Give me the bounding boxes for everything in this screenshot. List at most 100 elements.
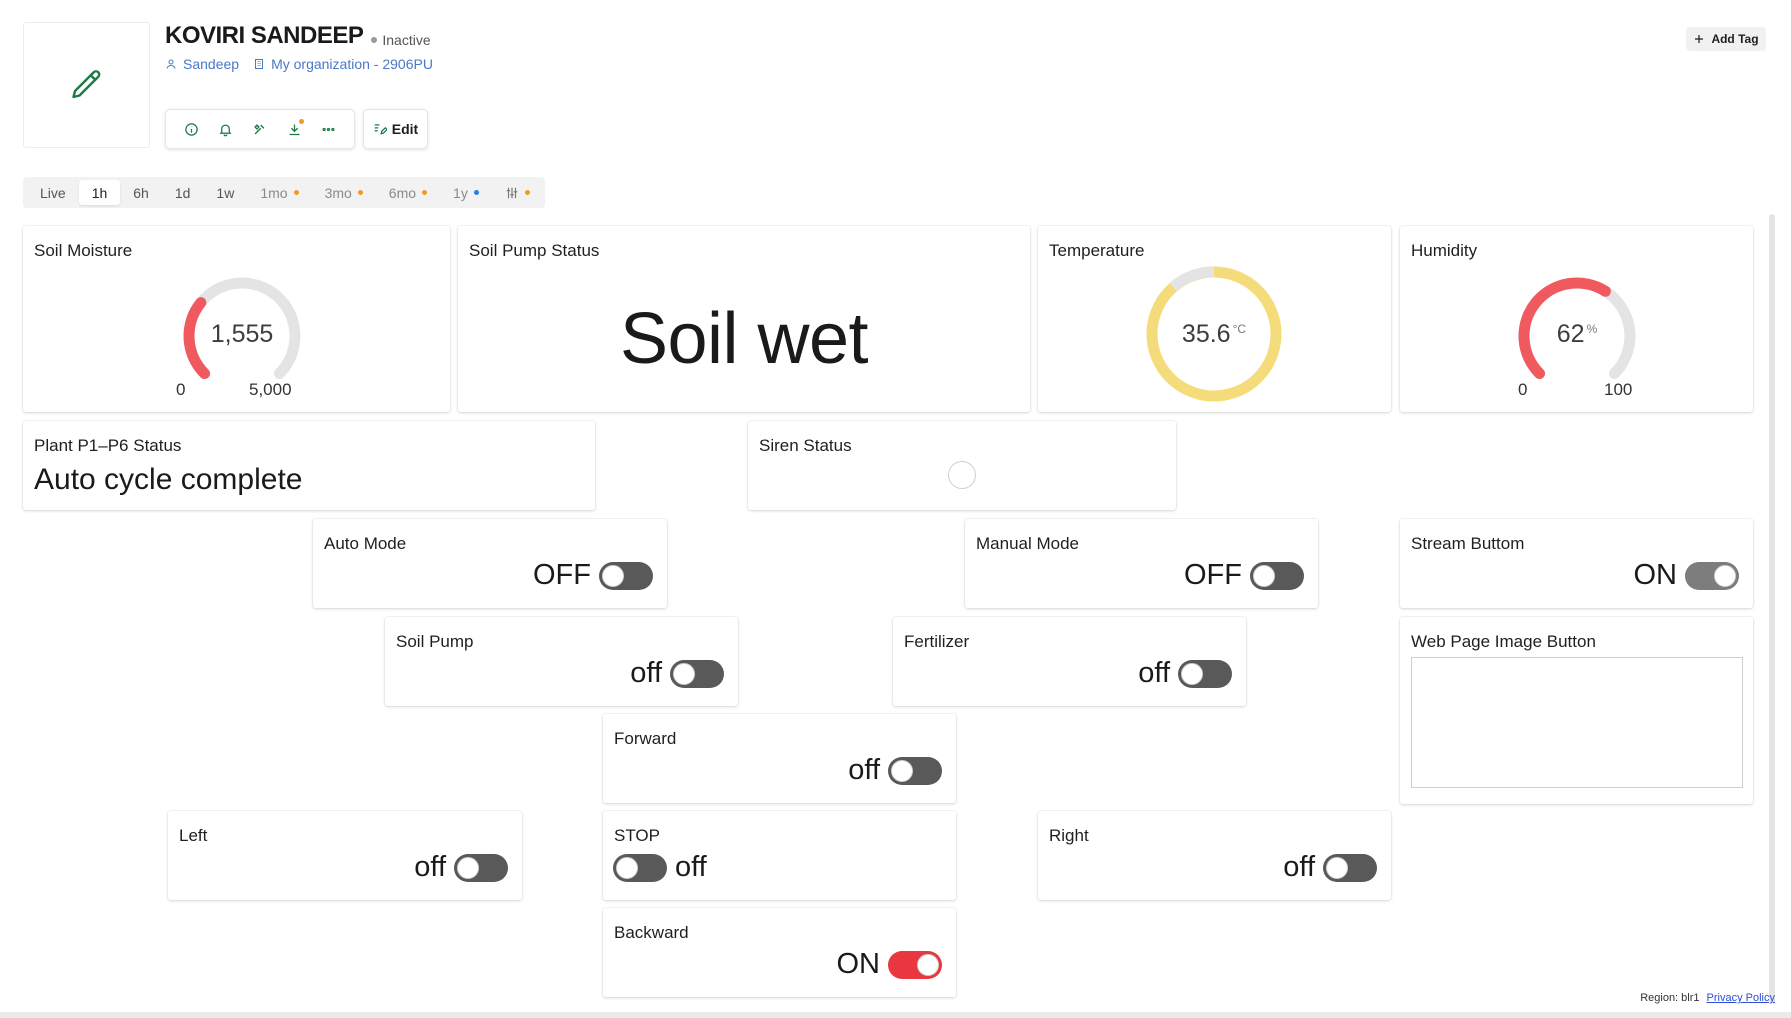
right-widget: Right off: [1038, 811, 1391, 900]
widget-title: Soil Moisture: [34, 241, 133, 260]
range-tab-label: 1d: [174, 184, 191, 201]
switch-state-label: OFF: [533, 559, 591, 591]
switch-state-label: ON: [1633, 559, 1678, 591]
automation-button[interactable]: [247, 116, 273, 142]
forward-widget: Forward off: [603, 714, 956, 803]
switch-state-label: ON: [836, 948, 881, 980]
privacy-policy-link[interactable]: Privacy Policy: [1707, 992, 1775, 1004]
switch-knob: [1326, 856, 1348, 879]
widget-title: Auto Mode: [324, 534, 407, 553]
range-tab-1h[interactable]: 1h: [78, 180, 121, 205]
range-tab-6h[interactable]: 6h: [120, 180, 162, 205]
range-tab-live[interactable]: Live: [27, 180, 79, 205]
plant-status-widget: Plant P1–P6 Status Auto cycle complete: [23, 421, 595, 510]
siren-status-widget: Siren Status: [748, 421, 1176, 510]
image-button[interactable]: [1411, 657, 1743, 788]
switch-row: ON: [1633, 559, 1739, 592]
backward-widget: Backward ON: [603, 908, 956, 997]
range-tab-1y[interactable]: 1y: [440, 180, 492, 205]
range-tab-label: 6h: [133, 184, 149, 201]
stop-switch[interactable]: [613, 853, 667, 882]
soil-moisture-widget: Soil Moisture 1,555 0 5,000: [23, 226, 450, 412]
forward-switch[interactable]: [888, 756, 942, 785]
device-status: Inactive: [371, 32, 431, 48]
temperature-unit: °C: [1232, 321, 1247, 336]
switch-knob: [602, 564, 624, 587]
widget-title: Right: [1049, 826, 1089, 845]
owner-name: Sandeep: [183, 56, 240, 72]
web-page-image-button-widget: Web Page Image Button: [1400, 617, 1753, 804]
manual-mode-widget: Manual Mode OFF: [965, 519, 1318, 608]
range-tab-1w[interactable]: 1w: [203, 180, 247, 205]
range-tab-1d[interactable]: 1d: [162, 180, 204, 205]
humidity-unit: %: [1586, 321, 1598, 336]
gauge-value: 62%: [1517, 320, 1637, 349]
range-tab-label: 3mo: [324, 184, 352, 201]
range-tab-1mo[interactable]: 1mo: [247, 180, 311, 205]
building-icon: [255, 59, 264, 69]
stop-widget: STOP off: [603, 811, 956, 900]
auto-mode-switch[interactable]: [599, 561, 653, 590]
soil-pump-status-widget: Soil Pump Status Soil wet: [458, 226, 1030, 412]
switch-row: off: [1138, 657, 1232, 690]
temperature-widget: Temperature 35.6 °C: [1038, 226, 1391, 412]
range-tab-6mo[interactable]: 6mo: [376, 180, 440, 205]
switch-knob: [673, 662, 695, 685]
owner-link[interactable]: Sandeep: [165, 56, 239, 72]
gauge-min: 0: [176, 380, 186, 399]
stream-button-widget: Stream Buttom ON: [1400, 519, 1753, 608]
organization-link[interactable]: My organization - 2906PU: [253, 56, 433, 72]
widget-title: Plant P1–P6 Status: [34, 436, 182, 455]
custom-range-button[interactable]: [492, 180, 543, 205]
range-tab-label: Live: [40, 184, 66, 201]
title-row: KOVIRI SANDEEP Inactive: [165, 22, 431, 50]
switch-row: off: [414, 851, 508, 884]
switch-row: OFF: [1184, 559, 1304, 592]
switch-row: off: [848, 754, 942, 787]
widget-title: Humidity: [1411, 241, 1478, 260]
plus-icon: [1695, 35, 1704, 43]
range-tab-label: 6mo: [388, 184, 417, 201]
stream-button-switch[interactable]: [1685, 561, 1739, 590]
switch-state-label: off: [848, 754, 880, 786]
add-tag-label: Add Tag: [1711, 32, 1759, 46]
left-switch[interactable]: [454, 853, 508, 882]
edit-button[interactable]: Edit: [363, 109, 428, 149]
left-widget: Left off: [168, 811, 522, 900]
gauge-value: 35.6 °C: [1144, 320, 1284, 349]
footer: Region: blr1 Privacy Policy: [1640, 992, 1775, 1004]
widget-title: Backward: [614, 923, 689, 942]
device-avatar[interactable]: [23, 22, 150, 148]
switch-state-label: off: [1283, 851, 1315, 883]
fertilizer-switch[interactable]: [1178, 659, 1232, 688]
right-switch[interactable]: [1323, 853, 1377, 882]
switch-state-label: off: [1138, 657, 1170, 689]
page-scrollbar[interactable]: [1769, 214, 1775, 1004]
more-button[interactable]: [316, 116, 342, 142]
switch-knob: [1181, 662, 1203, 685]
widget-title: Manual Mode: [976, 534, 1080, 553]
range-tab-label: 1w: [216, 184, 235, 201]
gauge-max: 5,000: [249, 380, 292, 399]
gauge-min: 0: [1518, 380, 1528, 399]
edit-label: Edit: [391, 121, 419, 137]
info-button[interactable]: [178, 116, 204, 142]
soil-pump-switch[interactable]: [670, 659, 724, 688]
widget-title: Web Page Image Button: [1411, 632, 1596, 651]
download-button[interactable]: [281, 116, 307, 142]
notifications-button[interactable]: [213, 116, 239, 142]
widget-title: STOP: [614, 826, 660, 845]
manual-mode-switch[interactable]: [1250, 561, 1304, 590]
more-icon: [322, 127, 335, 131]
switch-knob: [1714, 564, 1736, 587]
switch-state-label: off: [414, 851, 446, 883]
range-tab-3mo[interactable]: 3mo: [312, 180, 376, 205]
add-tag-button[interactable]: Add Tag: [1686, 27, 1766, 51]
loading-spinner: [948, 461, 976, 489]
switch-row: off: [1283, 851, 1377, 884]
humidity-widget: Humidity 62% 0 100: [1400, 226, 1753, 412]
range-tab-label: 1y: [453, 184, 468, 201]
premium-dot: [357, 190, 363, 195]
switch-state-label: off: [630, 657, 662, 689]
backward-switch[interactable]: [888, 950, 942, 979]
